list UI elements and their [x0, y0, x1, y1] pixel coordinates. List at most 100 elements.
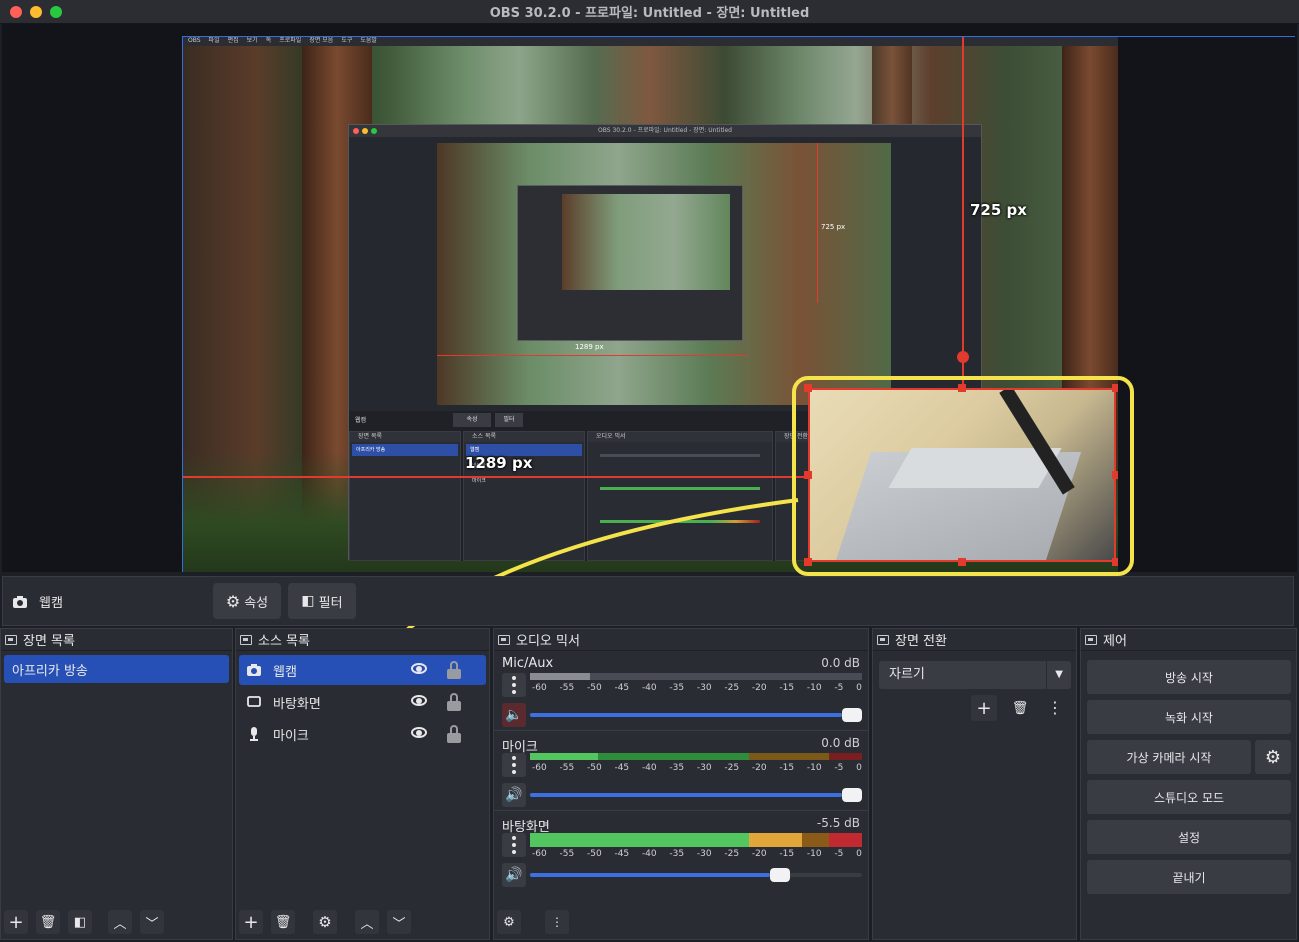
window-title: OBS 30.2.0 - 프로파일: Untitled - 장면: Untitl… — [489, 6, 810, 21]
scene-filters-button[interactable]: ◧ — [68, 910, 92, 934]
close-window-button[interactable] — [10, 6, 22, 18]
volume-slider-knob[interactable] — [770, 868, 790, 882]
mute-button[interactable]: 🔈 — [502, 703, 526, 727]
volume-slider[interactable] — [530, 868, 862, 882]
advanced-audio-button[interactable]: ⚙ — [497, 910, 521, 934]
mute-button[interactable]: 🔊 — [502, 783, 526, 807]
source-item-microphone[interactable]: 마이크 — [239, 719, 486, 749]
remove-transition-button[interactable]: 🗑 — [1007, 695, 1033, 721]
sources-dock-footer: + 🗑 ⚙ ︿ ﹀ — [236, 905, 489, 939]
nested-menu-item: 독 — [265, 37, 272, 44]
nested-menu-item: 도움말 — [360, 37, 377, 44]
channel-menu-button[interactable] — [502, 673, 526, 697]
mute-button[interactable]: 🔊 — [502, 863, 526, 887]
add-scene-button[interactable]: + — [4, 910, 28, 934]
microphone-icon — [250, 727, 258, 741]
remove-scene-button[interactable]: 🗑 — [36, 910, 60, 934]
source-properties-button[interactable]: ⚙ — [313, 910, 337, 934]
volume-slider-knob[interactable] — [842, 708, 862, 722]
channel-db: 0.0 dB — [821, 736, 860, 750]
properties-label: 속성 — [244, 595, 269, 611]
kebab-menu-icon: ⋮ — [1047, 698, 1063, 717]
sources-dock-header: 소스 목록 — [236, 629, 489, 651]
move-source-up-button[interactable]: ︿ — [355, 910, 379, 934]
nested-properties-button: 속성 — [453, 413, 491, 427]
transition-menu-button[interactable]: ⋮ — [1045, 695, 1065, 721]
filters-button[interactable]: ◧ 필터 — [288, 583, 356, 619]
camera-icon — [13, 595, 27, 608]
dock-icon — [5, 634, 17, 645]
move-scene-up-button[interactable]: ︿ — [108, 910, 132, 934]
transitions-dock-header: 장면 전환 — [873, 629, 1076, 651]
selected-source-name: 웹캠 — [39, 596, 63, 611]
scene-item[interactable]: 아프리카 방송 — [4, 655, 229, 683]
properties-button[interactable]: ⚙ 속성 — [213, 583, 281, 619]
dock-icon — [240, 634, 252, 645]
virtual-camera-settings-button[interactable]: ⚙ — [1255, 740, 1291, 774]
channel-menu-button[interactable] — [502, 753, 526, 777]
source-item-webcam[interactable]: 웹캠 — [239, 655, 486, 685]
channel-db: -5.5 dB — [816, 816, 860, 830]
filter-icon: ◧ — [73, 914, 87, 930]
trash-icon: 🗑 — [39, 914, 57, 930]
volume-slider[interactable] — [530, 708, 862, 722]
visibility-eye-icon[interactable] — [411, 727, 427, 738]
source-item-label: 바탕화면 — [273, 696, 321, 712]
start-virtual-camera-button[interactable]: 가상 카메라 시작 — [1087, 740, 1251, 774]
nested-measure-horizontal: 1289 px — [575, 343, 604, 351]
mixer-menu-button[interactable]: ⋮ — [545, 910, 569, 934]
channel-menu-button[interactable] — [502, 833, 526, 857]
button-label: 방송 시작 — [1165, 670, 1213, 685]
source-item-desktop[interactable]: 바탕화면 — [239, 687, 486, 717]
scenes-dock: 장면 목록 아프리카 방송 + 🗑 ◧ ︿ ﹀ — [0, 628, 233, 940]
sources-dock: 소스 목록 웹캠 바탕화면 마이크 + 🗑 ⚙ ︿ ﹀ — [235, 628, 490, 940]
nested-scene-item: 아프리카 방송 — [352, 444, 458, 456]
add-source-button[interactable]: + — [239, 910, 263, 934]
controls-dock: 제어 방송 시작 녹화 시작 가상 카메라 시작 ⚙ 스튜디오 모드 설정 끝내… — [1080, 628, 1297, 940]
annotation-highlight — [792, 376, 1134, 576]
controls-dock-title: 제어 — [1103, 634, 1127, 649]
nested-window-title: OBS 30.2.0 - 프로파일: Untitled - 장면: Untitl… — [598, 127, 732, 134]
transition-select[interactable]: 자르기 ▼ — [879, 661, 1071, 689]
window-controls — [10, 6, 62, 18]
volume-slider[interactable] — [530, 788, 862, 802]
source-toolbar: 웹캠 ⚙ 속성 ◧ 필터 — [2, 576, 1294, 626]
filter-icon: ◧ — [301, 593, 315, 609]
lock-icon[interactable] — [447, 693, 461, 711]
studio-mode-button[interactable]: 스튜디오 모드 — [1087, 780, 1291, 814]
nested-dock-title: 장면 목록 — [350, 432, 460, 442]
nested-menu-item: 파일 — [208, 37, 220, 44]
start-streaming-button[interactable]: 방송 시작 — [1087, 660, 1291, 694]
move-source-down-button[interactable]: ﹀ — [387, 910, 411, 934]
gear-icon: ⚙ — [1264, 746, 1282, 768]
visibility-eye-icon[interactable] — [411, 663, 427, 674]
monitor-icon — [247, 696, 261, 707]
nested-menu-item: 프로파일 — [279, 37, 302, 44]
remove-source-button[interactable]: 🗑 — [271, 910, 295, 934]
visibility-eye-icon[interactable] — [411, 695, 427, 706]
maximize-window-button[interactable] — [50, 6, 62, 18]
minimize-window-button[interactable] — [30, 6, 42, 18]
horizontal-guide-line — [182, 476, 810, 478]
add-transition-button[interactable]: + — [971, 695, 997, 721]
settings-button[interactable]: 설정 — [1087, 820, 1291, 854]
mixer-dock-footer: ⚙ ⋮ — [494, 905, 868, 939]
lock-icon[interactable] — [447, 725, 461, 743]
mixer-channel-desktop: 바탕화면 -5.5 dB -60 -55 -50 -45 -40 -35 -30 -25 -20… — [494, 811, 868, 891]
mixer-dock-header: 오디오 믹서 — [494, 629, 868, 651]
volume-slider-knob[interactable] — [842, 788, 862, 802]
button-label: 스튜디오 모드 — [1153, 790, 1225, 805]
plus-icon: + — [8, 911, 24, 933]
transition-select-value: 자르기 — [889, 667, 925, 682]
move-scene-down-button[interactable]: ﹀ — [140, 910, 164, 934]
nested-menu-item: 장면 모음 — [309, 37, 334, 44]
kebab-menu-icon: ⋮ — [551, 915, 563, 929]
scenes-dock-header: 장면 목록 — [1, 629, 232, 651]
lock-icon[interactable] — [447, 661, 461, 679]
trash-icon: 🗑 — [274, 914, 292, 930]
camera-icon — [247, 664, 261, 676]
gear-icon: ⚙ — [225, 591, 241, 611]
exit-button[interactable]: 끝내기 — [1087, 860, 1291, 894]
start-recording-button[interactable]: 녹화 시작 — [1087, 700, 1291, 734]
dock-icon — [498, 634, 510, 645]
